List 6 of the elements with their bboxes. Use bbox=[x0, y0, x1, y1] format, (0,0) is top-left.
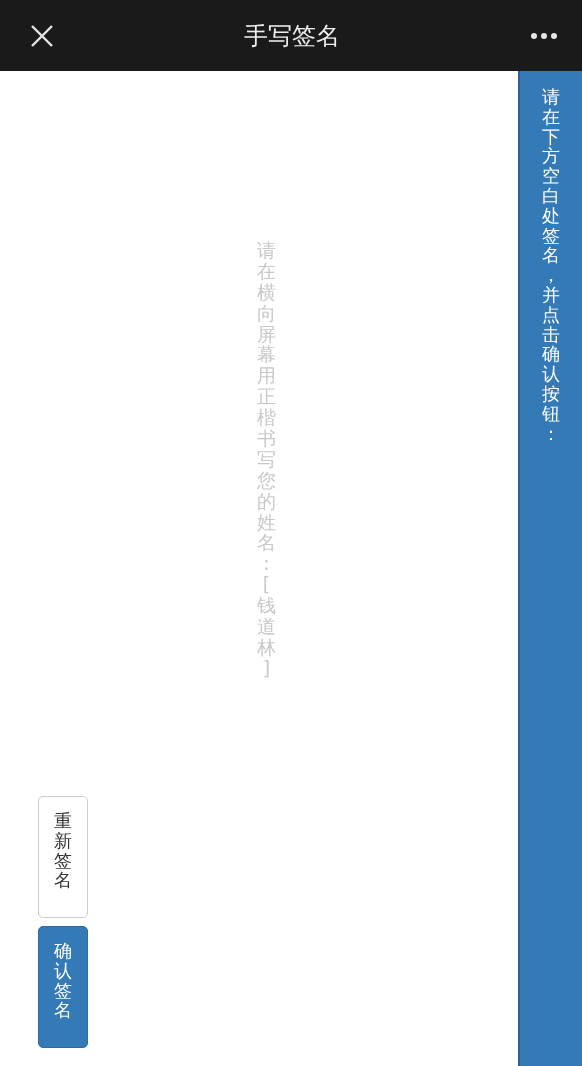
confirm-button[interactable]: 确认签名 bbox=[38, 926, 88, 1048]
close-icon[interactable] bbox=[30, 23, 54, 48]
instruction-text: 请在下方空白处签名，并点击确认按钮： bbox=[541, 87, 561, 446]
window-title: 手写签名 bbox=[244, 20, 340, 52]
more-icon[interactable] bbox=[530, 31, 558, 40]
reset-button[interactable]: 重新签名 bbox=[38, 796, 88, 918]
